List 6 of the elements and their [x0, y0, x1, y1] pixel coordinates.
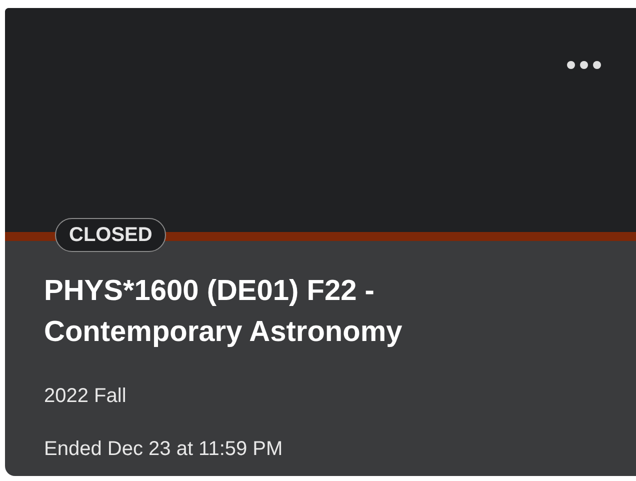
course-term: 2022 Fall [44, 385, 128, 408]
course-title: PHYS*1600 (DE01) F22 - Contemporary Astronomy [44, 274, 404, 350]
ellipsis-icon [566, 60, 602, 70]
status-badge: CLOSED [55, 218, 166, 252]
end-date: Ended Dec 23 at 11:59 PM [44, 438, 284, 461]
course-card[interactable]: CLOSED PHYS*1600 (DE01) F22 - Contemporary Astronomy 2022 Fall Ended Dec 23 at 11:59 PM [5, 8, 636, 476]
